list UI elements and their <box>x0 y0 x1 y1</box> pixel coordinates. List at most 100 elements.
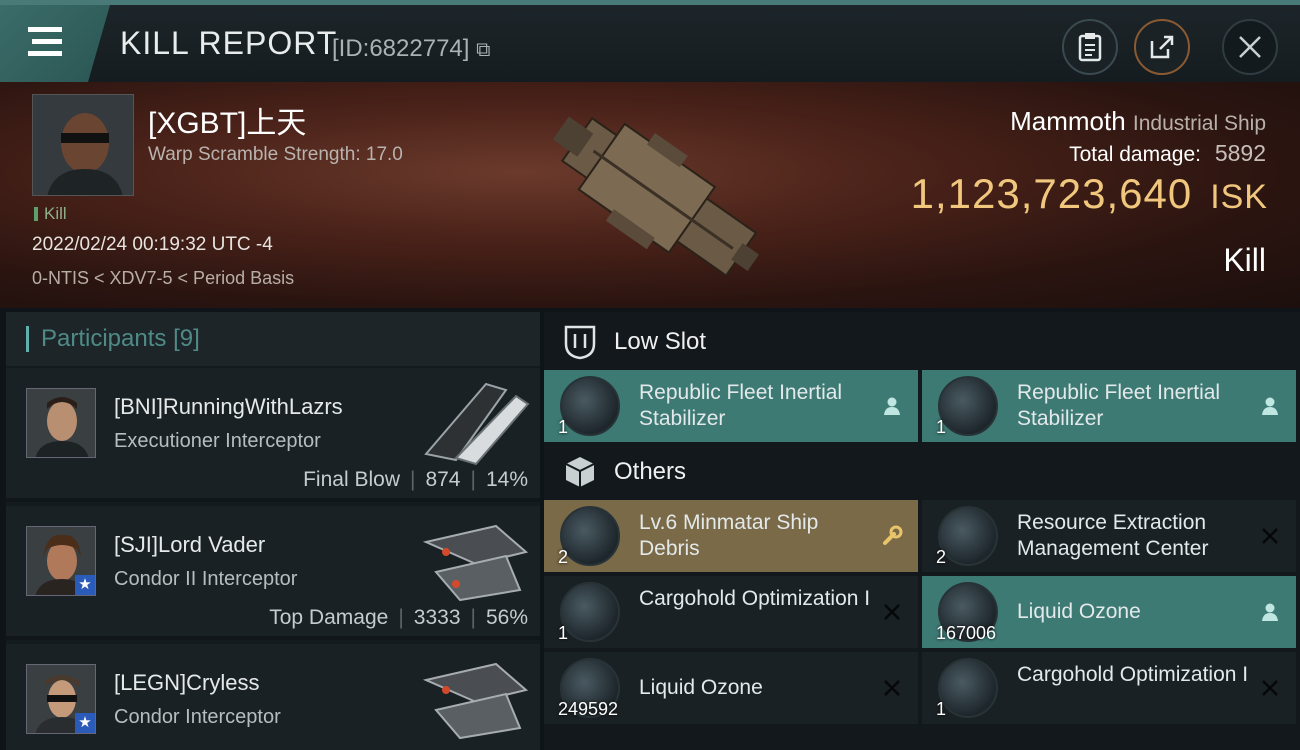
participant-ship-image <box>422 662 529 740</box>
module-item[interactable]: 2 Resource Extraction Management Center <box>922 500 1296 572</box>
share-button[interactable] <box>1134 19 1190 75</box>
avatar[interactable]: ★ <box>26 526 96 596</box>
module-item[interactable]: 1 Republic Fleet Inertial Stabilizer <box>544 370 918 442</box>
kill-badge-label: Kill <box>44 204 67 223</box>
participant-card[interactable]: ★ [LEGN]Cryless Condor Interceptor <box>6 644 540 750</box>
module-quantity: 1 <box>936 699 947 719</box>
page-title: KILL REPORT <box>120 25 338 61</box>
section-title: Others <box>614 458 687 485</box>
kill-location[interactable]: 0-NTIS < XDV7-5 < Period Basis <box>32 268 294 289</box>
module-item[interactable]: 2 Lv.6 Minmatar Ship Debris <box>544 500 918 572</box>
inertial-stabilizer-icon <box>938 376 998 436</box>
kill-result: Kill <box>1223 242 1266 278</box>
section-title: Low Slot <box>614 328 707 355</box>
module-item[interactable]: 1 Republic Fleet Inertial Stabilizer <box>922 370 1296 442</box>
participant-ship: Condor II Interceptor <box>114 568 298 590</box>
stat-separator: | <box>398 606 404 629</box>
hamburger-icon-bar <box>32 39 62 44</box>
destroyed-icon <box>1258 524 1282 548</box>
participant-ship-image <box>424 382 530 466</box>
header-bar: KILL REPORT [ID:6822774] ⧉ <box>0 0 1300 82</box>
module-name: Republic Fleet Inertial Stabilizer <box>1017 381 1221 430</box>
kill-datetime: 2022/02/24 00:19:32 UTC -4 <box>32 234 273 255</box>
participant-name: [BNI]RunningWithLazrs <box>114 394 343 419</box>
destroyed-icon <box>880 600 904 624</box>
ship-name-text: Mammoth <box>1010 106 1126 136</box>
copy-icon[interactable]: ⧉ <box>476 39 490 61</box>
star-icon: ★ <box>75 713 95 733</box>
victim-portrait[interactable] <box>32 94 134 196</box>
stat-separator: | <box>409 468 416 491</box>
kill-badge: Kill <box>34 204 67 224</box>
top-damage-tag: Top Damage <box>269 606 389 629</box>
clipboard-icon <box>1078 33 1102 62</box>
participants-count: [9] <box>173 325 200 352</box>
destroyed-icon <box>1258 676 1282 700</box>
ship-class-text: Industrial Ship <box>1132 112 1266 135</box>
module-item[interactable]: 167006 Liquid Ozone <box>922 576 1296 648</box>
participant-name: [SJI]Lord Vader <box>114 532 266 557</box>
kill-badge-marker <box>34 207 38 221</box>
close-icon <box>1239 36 1261 58</box>
wrench-icon <box>880 524 904 548</box>
total-damage: Total damage: 5892 <box>1069 140 1266 167</box>
participant-name: [LEGN]Cryless <box>114 670 260 695</box>
module-quantity: 1 <box>558 417 569 437</box>
ship-debris-icon <box>560 506 620 566</box>
module-item[interactable]: 1 Cargohold Optimization I <box>922 652 1296 724</box>
cargohold-optimization-icon <box>938 658 998 718</box>
module-name: Resource Extraction Management Center <box>1017 511 1209 560</box>
participant-card[interactable]: ★ [SJI]Lord Vader Condor II Interceptor … <box>6 506 540 640</box>
participant-stats: Final Blow | 874 | 14% <box>303 468 528 492</box>
report-id: [ID:6822774] ⧉ <box>332 35 490 63</box>
module-item[interactable]: 249592 Liquid Ozone <box>544 652 918 724</box>
module-name: Republic Fleet Inertial Stabilizer <box>639 381 843 430</box>
module-name: Lv.6 Minmatar Ship Debris <box>639 511 819 560</box>
isk-value: 1,123,723,640 ISK <box>911 170 1268 218</box>
section-low-slot: Low Slot <box>544 314 1300 370</box>
stat-separator: | <box>470 468 476 491</box>
cargohold-optimization-icon <box>560 582 620 642</box>
participant-card[interactable]: [BNI]RunningWithLazrs Executioner Interc… <box>6 368 540 502</box>
avatar[interactable] <box>26 388 96 458</box>
isk-unit: ISK <box>1210 178 1268 216</box>
module-quantity: 2 <box>558 547 569 567</box>
participant-percent: 56% <box>485 606 528 629</box>
participant-ship: Condor Interceptor <box>114 706 281 728</box>
module-name: Liquid Ozone <box>639 676 763 699</box>
victim-panel: [XGBT]上天 Warp Scramble Strength: 17.0 Ki… <box>0 82 1300 308</box>
menu-button[interactable] <box>0 5 110 82</box>
hamburger-icon <box>28 27 62 32</box>
module-item[interactable]: 1 Cargohold Optimization I <box>544 576 918 648</box>
victim-name[interactable]: [XGBT]上天 <box>148 98 306 142</box>
total-damage-value: 5892 <box>1214 140 1266 166</box>
participant-stats: Top Damage | 3333 | 56% <box>269 606 528 630</box>
module-quantity: 1 <box>558 623 569 643</box>
module-name: Cargohold Optimization I <box>1017 663 1249 686</box>
person-icon <box>880 394 904 418</box>
star-icon: ★ <box>75 575 95 595</box>
person-icon <box>1258 600 1282 624</box>
clipboard-button[interactable] <box>1062 19 1118 75</box>
victim-ship-image[interactable] <box>520 88 790 300</box>
avatar[interactable]: ★ <box>26 664 96 734</box>
warp-scramble-strength: Warp Scramble Strength: 17.0 <box>148 144 403 165</box>
stat-separator: | <box>470 606 476 629</box>
victim-ship-name[interactable]: Mammoth Industrial Ship <box>1010 106 1266 137</box>
total-damage-label: Total damage: <box>1069 143 1201 166</box>
participant-ship-image <box>422 524 529 602</box>
inertial-stabilizer-icon <box>560 376 620 436</box>
destroyed-icon <box>880 676 904 700</box>
final-blow-tag: Final Blow <box>303 468 400 491</box>
module-name: Cargohold Optimization I <box>639 587 871 610</box>
modules-panel: Low Slot 1 Republic Fleet Inertial Stabi… <box>544 312 1300 750</box>
module-quantity: 249592 <box>558 699 619 719</box>
module-quantity: 2 <box>936 547 947 567</box>
close-button[interactable] <box>1222 19 1278 75</box>
share-icon <box>1150 35 1174 59</box>
participant-percent: 14% <box>485 468 528 491</box>
participants-title: Participants <box>41 325 167 352</box>
hamburger-icon-bar <box>28 51 62 56</box>
report-id-text: [ID:6822774] <box>332 35 470 62</box>
avatar <box>33 95 133 195</box>
